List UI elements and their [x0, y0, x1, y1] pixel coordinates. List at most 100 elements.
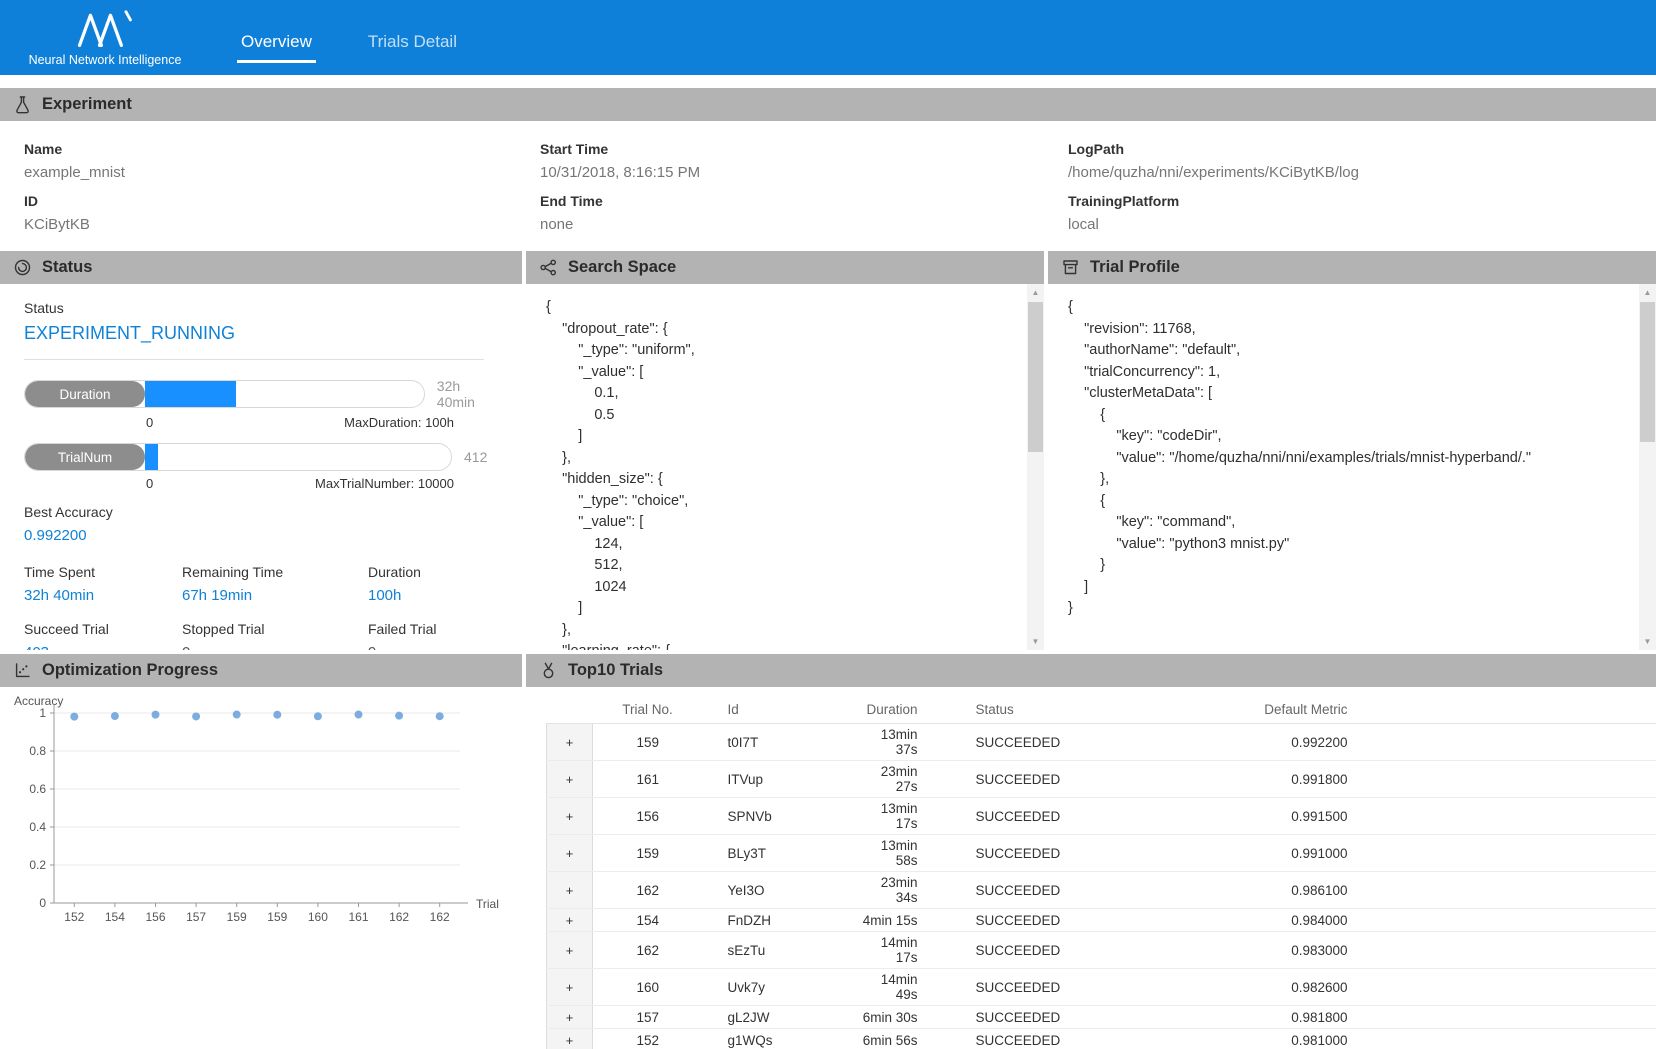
optimization-chart-icon [13, 661, 32, 680]
expand-row-button[interactable]: + [547, 1029, 593, 1049]
status-body: Status EXPERIMENT_RUNNING Duration32h 40… [0, 284, 522, 650]
trial-id-cell: g1WQs [703, 1029, 858, 1049]
stat-label: Remaining Time [182, 564, 368, 580]
expand-row-button[interactable]: + [547, 761, 593, 798]
scrollbar-thumb[interactable] [1640, 302, 1655, 442]
progress-scale: 0MaxDuration: 100h [24, 415, 454, 430]
top-trials-table: Trial No.IdDurationStatusDefault Metric … [546, 697, 1656, 1049]
scrollbar-thumb[interactable] [1028, 302, 1043, 452]
trial-status-cell: SUCCEEDED [958, 932, 1118, 969]
filler-cell [1358, 798, 1656, 835]
x-axis-title: Trial [476, 897, 499, 911]
trial-id-cell: gL2JW [703, 1006, 858, 1029]
panel-title: Optimization Progress [42, 661, 218, 680]
trial-row: +156SPNVb13min 17sSUCCEEDED0.991500 [547, 798, 1656, 835]
nni-logo-icon [72, 9, 138, 49]
experiment-fields: Name example_mnist ID KCiBytKB Start Tim… [0, 121, 1656, 247]
scatter-point[interactable] [192, 712, 200, 720]
expand-row-button[interactable]: + [547, 932, 593, 969]
filler-cell [1358, 969, 1656, 1006]
trial-row: +152g1WQs6min 56sSUCCEEDED0.981000 [547, 1029, 1656, 1049]
scatter-point[interactable] [273, 711, 281, 719]
trial-metric-cell: 0.991000 [1118, 835, 1358, 872]
scroll-down-icon[interactable]: ▼ [1639, 633, 1656, 650]
trial-duration-cell: 14min 17s [858, 932, 958, 969]
column-header-id[interactable]: Id [703, 697, 858, 724]
trial-profile-json: { "revision": 11768, "authorName": "defa… [1048, 284, 1656, 633]
scatter-point[interactable] [233, 711, 241, 719]
brand[interactable]: Neural Network Intelligence [25, 0, 185, 75]
x-tick-label: 161 [348, 910, 368, 924]
nav-tab-trials-detail[interactable]: Trials Detail [364, 28, 461, 63]
scatter-point[interactable] [395, 712, 403, 720]
nni-dashboard: Neural Network Intelligence Overview Tria… [0, 0, 1656, 1049]
trial-metric-cell: 0.986100 [1118, 872, 1358, 909]
scatter-point[interactable] [314, 712, 322, 720]
scatter-point[interactable] [436, 712, 444, 720]
stat-label: Succeed Trial [24, 621, 182, 637]
column-header-duration[interactable]: Duration [858, 697, 958, 724]
scroll-up-icon[interactable]: ▲ [1027, 284, 1044, 301]
panel-title: Top10 Trials [568, 661, 663, 680]
scatter-point[interactable] [111, 712, 119, 720]
scatter-point[interactable] [355, 711, 363, 719]
top-trials-body: Trial No.IdDurationStatusDefault Metric … [526, 687, 1656, 1049]
scatter-point[interactable] [152, 711, 160, 719]
trial-duration-cell: 13min 17s [858, 798, 958, 835]
column-header-trial-no[interactable]: Trial No. [593, 697, 703, 724]
medal-icon [539, 661, 558, 680]
trial-profile-body: { "revision": 11768, "authorName": "defa… [1048, 284, 1656, 650]
experiment-column: Name example_mnist ID KCiBytKB [24, 129, 540, 233]
panel-title: Status [42, 258, 92, 277]
field-value: KCiBytKB [24, 216, 540, 233]
stat-remaining-time: Remaining Time67h 19min [182, 564, 368, 604]
scroll-up-icon[interactable]: ▲ [1639, 284, 1656, 301]
expand-row-button[interactable]: + [547, 798, 593, 835]
table-header-row: Trial No.IdDurationStatusDefault Metric [547, 697, 1656, 724]
expand-row-button[interactable]: + [547, 872, 593, 909]
best-accuracy-label: Best Accuracy [24, 504, 498, 520]
trial-id-cell: YeI3O [703, 872, 858, 909]
stat-label: Stopped Trial [182, 621, 368, 637]
scroll-down-icon[interactable]: ▼ [1027, 633, 1044, 650]
y-tick-label: 1 [39, 706, 46, 720]
column-header-default-metric[interactable]: Default Metric [1118, 697, 1358, 724]
x-tick-label: 162 [389, 910, 409, 924]
progress-track: TrialNum [24, 443, 452, 471]
panel-title: Experiment [42, 95, 132, 114]
optimization-body: 00.20.40.60.8115215415615715915916016116… [0, 687, 522, 1049]
progress-fill [145, 444, 158, 470]
trial-metric-cell: 0.981000 [1118, 1029, 1358, 1049]
y-tick-label: 0.6 [29, 782, 46, 796]
nav-tab-overview[interactable]: Overview [237, 28, 316, 63]
expand-row-button[interactable]: + [547, 969, 593, 1006]
trial-row: +159BLy3T13min 58sSUCCEEDED0.991000 [547, 835, 1656, 872]
trial-status-cell: SUCCEEDED [958, 761, 1118, 798]
best-accuracy-value: 0.992200 [24, 527, 498, 544]
nav-tabs: Overview Trials Detail [237, 0, 461, 75]
x-tick-label: 156 [145, 910, 165, 924]
trial-metric-cell: 0.991500 [1118, 798, 1358, 835]
expand-row-button[interactable]: + [547, 835, 593, 872]
progress-fill [145, 381, 236, 407]
expand-row-button[interactable]: + [547, 1006, 593, 1029]
y-tick-label: 0.8 [29, 744, 46, 758]
middle-row: Status Status EXPERIMENT_RUNNING Duratio… [0, 251, 1656, 650]
search-space-scrollbar[interactable]: ▲ ▼ [1027, 284, 1044, 650]
trial-profile-scrollbar[interactable]: ▲ ▼ [1639, 284, 1656, 650]
stat-label: Time Spent [24, 564, 182, 580]
filler-cell [1358, 724, 1656, 761]
trial-duration-cell: 6min 56s [858, 1029, 958, 1049]
column-header-status[interactable]: Status [958, 697, 1118, 724]
expand-row-button[interactable]: + [547, 909, 593, 932]
expand-row-button[interactable]: + [547, 724, 593, 761]
stat-label: Failed Trial [368, 621, 498, 637]
trial-status-cell: SUCCEEDED [958, 724, 1118, 761]
expander-column-header [547, 697, 593, 724]
trial-no-cell: 162 [593, 872, 703, 909]
stat-duration: Duration100h [368, 564, 498, 604]
status-panel: Status Status EXPERIMENT_RUNNING Duratio… [0, 251, 522, 650]
scatter-point[interactable] [70, 713, 78, 721]
trial-id-cell: ITVup [703, 761, 858, 798]
table-head: Trial No.IdDurationStatusDefault Metric [547, 697, 1656, 724]
